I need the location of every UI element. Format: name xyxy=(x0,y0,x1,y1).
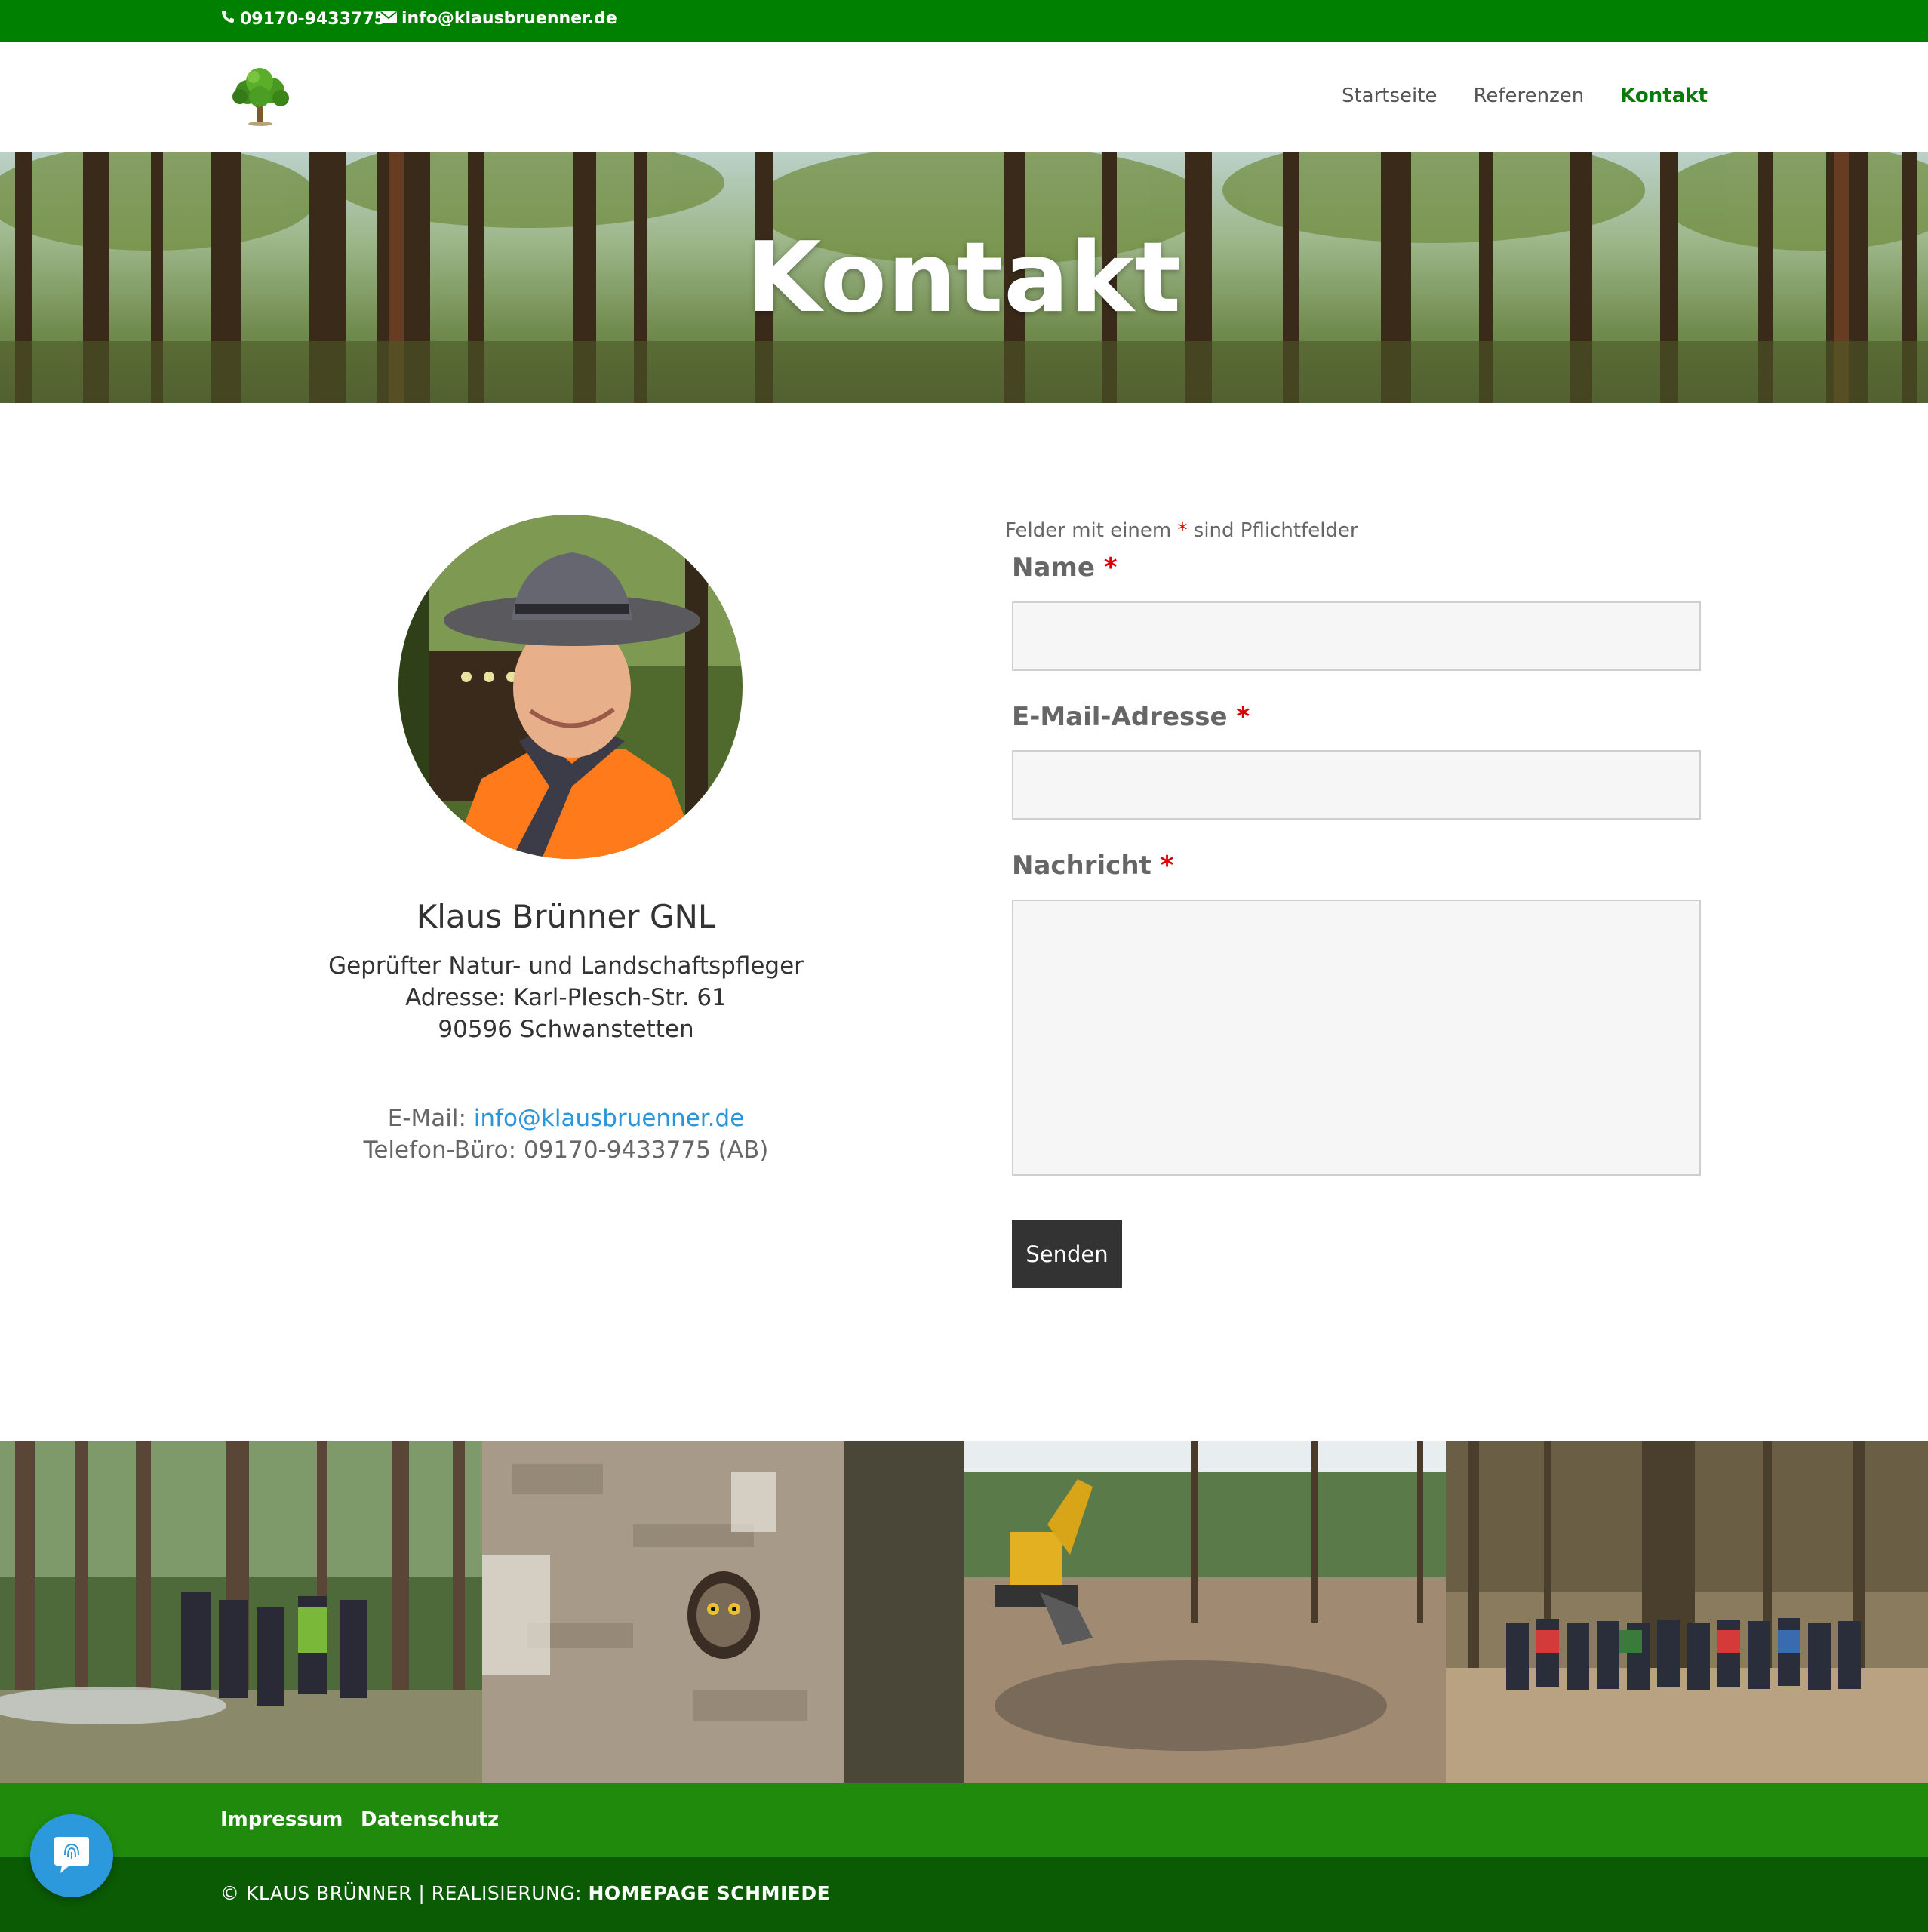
copyright-brand-link[interactable]: HOMEPAGE SCHMIEDE xyxy=(588,1882,830,1904)
email-label-text: E-Mail-Adresse xyxy=(1012,702,1228,732)
footer-links-bar: Impressum Datenschutz xyxy=(0,1783,1928,1857)
person-address: Adresse: Karl-Plesch-Str. 61 xyxy=(405,984,727,1011)
envelope-icon xyxy=(380,9,397,28)
contact-phone-line: Telefon-Büro: 09170-9433775 (AB) xyxy=(363,1137,769,1164)
photo-gallery xyxy=(0,1441,1928,1783)
email-required-star: * xyxy=(1236,702,1250,732)
nav-startseite[interactable]: Startseite xyxy=(1342,85,1437,107)
copyright-text: © KLAUS BRÜNNER | REALISIERUNG: HOMEPAGE… xyxy=(220,1882,830,1904)
person-name: Klaus Brünner GNL xyxy=(416,898,716,935)
page-title: Kontakt xyxy=(746,222,1182,334)
hero-banner: Kontakt xyxy=(0,152,1928,403)
nav-kontakt[interactable]: Kontakt xyxy=(1620,85,1708,107)
message-textarea[interactable] xyxy=(1012,900,1701,1176)
topbar-phone[interactable]: 09170-9433775 xyxy=(220,9,386,29)
topbar-email[interactable]: info@klausbruenner.de xyxy=(380,9,617,28)
tree-logo-icon[interactable] xyxy=(225,66,296,127)
profile-photo xyxy=(398,515,743,859)
topbar-phone-text: 09170-9433775 xyxy=(240,9,386,29)
large-group-photo[interactable] xyxy=(1446,1441,1928,1783)
email-label: E-Mail: xyxy=(387,1105,474,1132)
name-label-text: Name xyxy=(1012,552,1095,583)
footer-link-impressum[interactable]: Impressum xyxy=(220,1808,343,1831)
name-required-star: * xyxy=(1103,552,1118,583)
top-info-bar: 09170-9433775 info@klausbruenner.de xyxy=(0,0,1928,42)
topbar-email-text: info@klausbruenner.de xyxy=(401,9,617,28)
email-label: E-Mail-Adresse * xyxy=(1012,702,1250,732)
message-required-star: * xyxy=(1160,851,1174,881)
footer-link-datenschutz[interactable]: Datenschutz xyxy=(361,1808,499,1831)
nav-referenzen[interactable]: Referenzen xyxy=(1473,85,1584,107)
footer-copyright-bar: © KLAUS BRÜNNER | REALISIERUNG: HOMEPAGE… xyxy=(0,1857,1928,1932)
fingerprint-icon xyxy=(50,1832,94,1880)
site-header: Startseite Referenzen Kontakt xyxy=(0,42,1928,152)
main-nav: Startseite Referenzen Kontakt xyxy=(1342,85,1708,107)
name-label: Name * xyxy=(1012,552,1118,583)
submit-button[interactable]: Senden xyxy=(1012,1220,1122,1288)
phone-icon xyxy=(220,9,235,29)
required-note-suffix: sind Pflichtfelder xyxy=(1187,519,1358,542)
forest-group-photo[interactable] xyxy=(0,1441,482,1783)
copyright-prefix: © KLAUS BRÜNNER | REALISIERUNG: xyxy=(220,1882,589,1904)
message-label-text: Nachricht xyxy=(1012,851,1152,881)
excavator-clearing-photo[interactable] xyxy=(964,1441,1447,1783)
email-link[interactable]: info@klausbruenner.de xyxy=(474,1105,745,1132)
name-field[interactable] xyxy=(1012,601,1701,671)
owl-in-tree-photo[interactable] xyxy=(481,1441,964,1783)
message-label: Nachricht * xyxy=(1012,851,1173,881)
person-title: Geprüfter Natur- und Landschaftspfleger xyxy=(328,952,804,980)
privacy-settings-button[interactable] xyxy=(30,1814,113,1897)
required-fields-note: Felder mit einem * sind Pflichtfelder xyxy=(1005,519,1358,542)
email-field[interactable] xyxy=(1012,750,1701,820)
contact-email-line: E-Mail: info@klausbruenner.de xyxy=(264,1105,868,1132)
person-city: 90596 Schwanstetten xyxy=(438,1016,694,1043)
required-star: * xyxy=(1177,519,1188,542)
required-note-prefix: Felder mit einem xyxy=(1005,519,1178,542)
